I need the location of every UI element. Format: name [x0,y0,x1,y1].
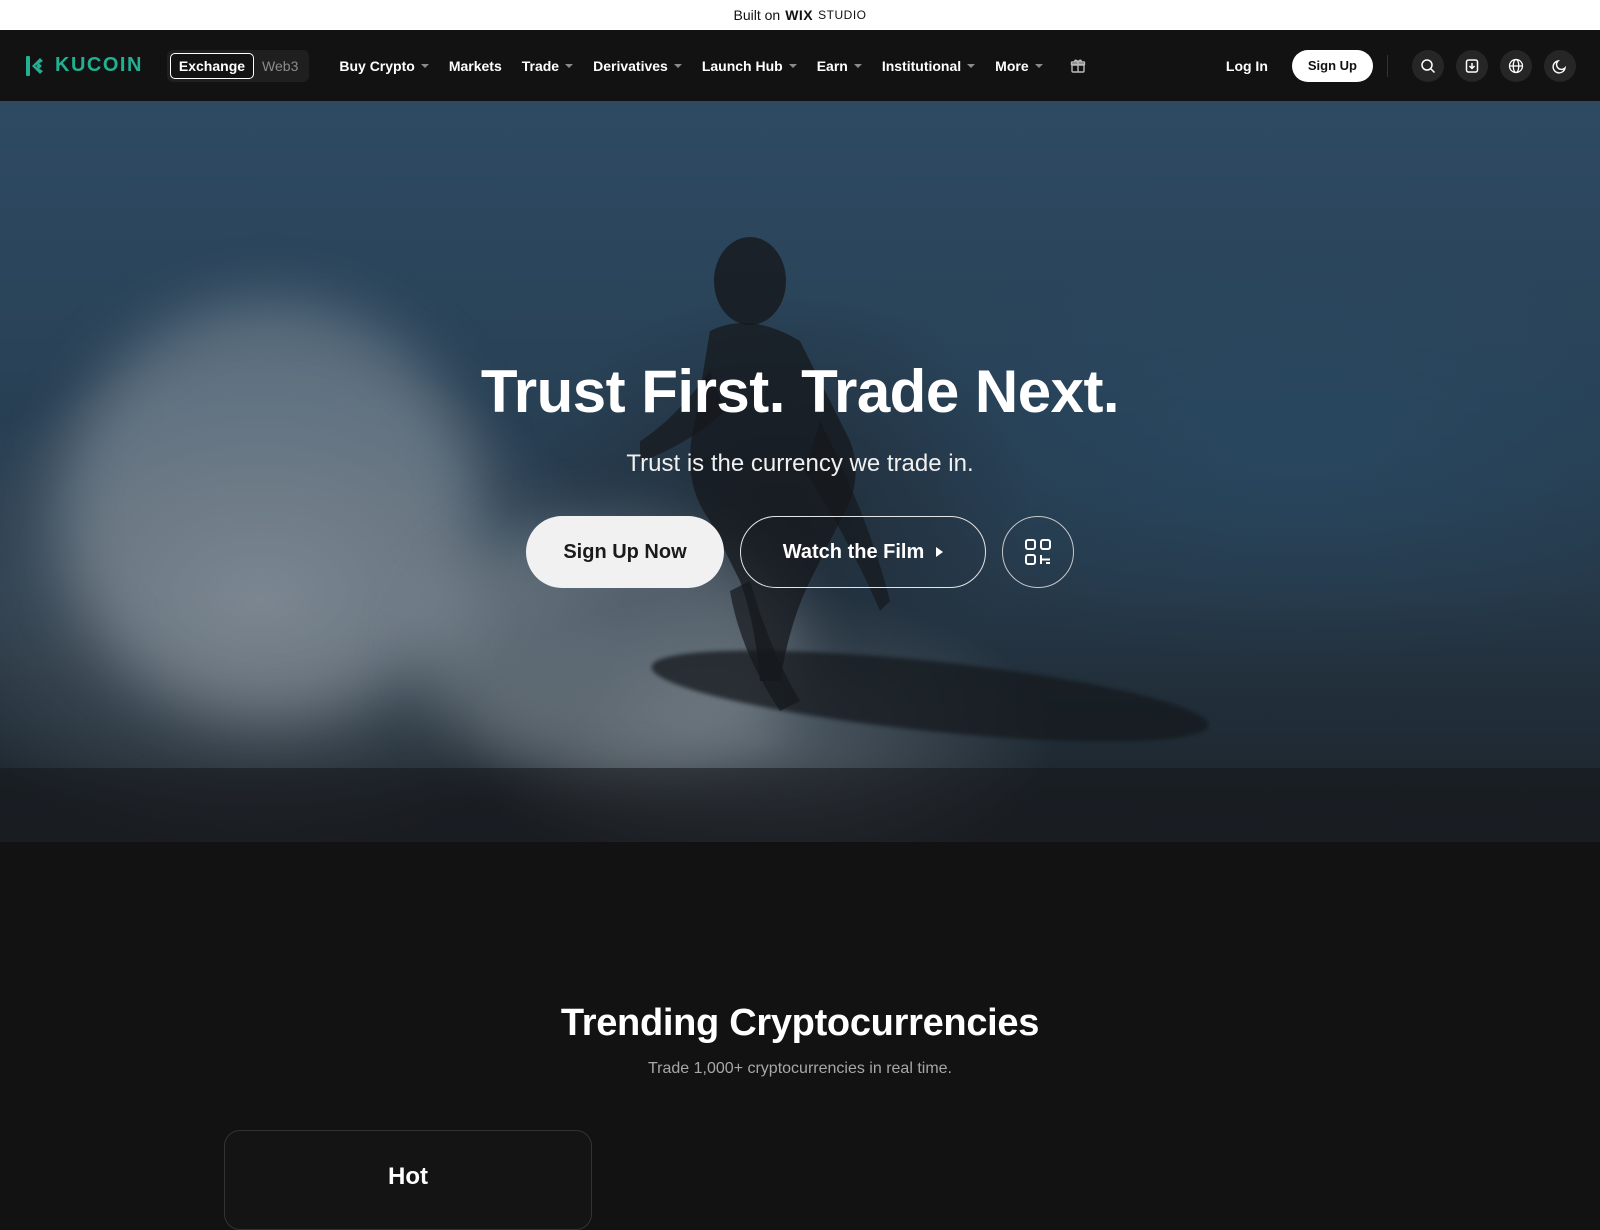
moon-icon[interactable] [1544,49,1576,82]
menu-label: More [995,57,1029,74]
watch-film-label: Watch the Film [782,540,925,563]
menu-label: Buy Crypto [339,57,415,74]
menu-more[interactable]: More [985,46,1052,86]
chevron-down-icon [853,63,862,68]
login-link[interactable]: Log In [1214,58,1280,74]
hero-section: Trust First. Trade Next. Trust is the cu… [0,101,1600,842]
menu-label: Trade [521,57,560,74]
search-icon[interactable] [1412,49,1444,82]
hero-content: Trust First. Trade Next. Trust is the cu… [0,356,1600,588]
wix-banner-prefix: Built on [733,7,781,23]
trending-section: Trending Cryptocurrencies Trade 1,000+ c… [0,842,1600,1230]
hot-card[interactable]: Hot [224,1130,592,1230]
menu-label: Markets [448,57,502,74]
wix-brand-suffix: STUDIO [818,8,867,22]
chevron-down-icon [967,63,976,68]
menu-label: Earn [816,57,848,74]
chevron-down-icon [565,63,574,68]
hero-actions: Sign Up Now Watch the Film [0,516,1600,588]
sign-up-now-button[interactable]: Sign Up Now [526,516,724,588]
menu-label: Institutional [881,57,962,74]
menu-markets[interactable]: Markets [439,46,512,86]
menu-earn[interactable]: Earn [807,46,872,86]
nav-right: Log In Sign Up [1214,49,1576,82]
menu-trade[interactable]: Trade [512,46,583,86]
chevron-down-icon [420,63,429,68]
wix-brand: WIX [785,7,814,23]
hero-subtitle: Trust is the currency we trade in. [626,450,974,477]
download-icon[interactable] [1456,49,1488,82]
hero-bottom-band [0,768,1600,842]
menu-label: Launch Hub [701,57,783,74]
watch-film-button[interactable]: Watch the Film [740,516,986,588]
chevron-down-icon [673,63,682,68]
play-icon [936,547,944,557]
gift-icon[interactable] [1067,55,1089,77]
logo-text: KUCOIN [55,54,143,76]
kucoin-logo-icon [26,55,43,76]
mode-switch: Exchange Web3 [166,49,310,82]
trending-title: Trending Cryptocurrencies [560,1002,1040,1044]
menu-derivatives[interactable]: Derivatives [583,46,692,86]
qr-code-button[interactable] [1002,516,1074,588]
nav-divider [1387,54,1388,77]
hero-title: Trust First. Trade Next. [480,358,1120,425]
chevron-down-icon [788,63,797,68]
signup-button[interactable]: Sign Up [1291,49,1373,82]
wix-banner[interactable]: Built on WIX STUDIO [0,0,1600,30]
chevron-down-icon [1034,63,1043,68]
menu-label: Derivatives [593,57,668,74]
mode-exchange[interactable]: Exchange [169,52,255,79]
menu-institutional[interactable]: Institutional [872,46,985,86]
trending-subtitle: Trade 1,000+ cryptocurrencies in real ti… [648,1060,952,1077]
top-nav: KUCOIN Exchange Web3 Buy Crypto Markets … [0,30,1600,101]
main-menu: Buy Crypto Markets Trade Derivatives Lau… [329,46,1088,86]
menu-launch-hub[interactable]: Launch Hub [692,46,807,86]
hot-card-title: Hot [388,1163,428,1190]
kucoin-logo[interactable]: KUCOIN [24,53,143,79]
qr-code-icon [1025,539,1051,565]
globe-icon[interactable] [1500,49,1532,82]
menu-buy-crypto[interactable]: Buy Crypto [329,46,438,86]
mode-web3[interactable]: Web3 [254,53,306,79]
